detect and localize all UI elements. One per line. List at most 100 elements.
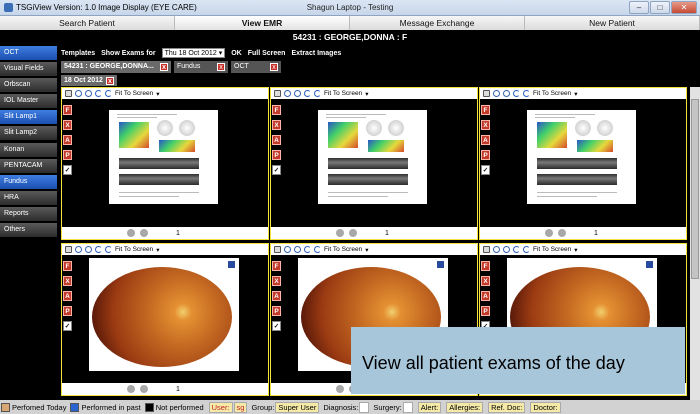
flag-a-button[interactable]: A [63, 135, 72, 145]
tab-fundus[interactable]: Fundus x [174, 61, 228, 73]
zoom-in-icon[interactable] [294, 90, 301, 97]
oct-report-image[interactable] [527, 110, 636, 204]
prev-page-icon[interactable] [545, 229, 553, 237]
flag-f-button[interactable]: F [272, 105, 281, 115]
print-icon[interactable] [483, 90, 490, 97]
flag-p-button[interactable]: P [272, 306, 281, 316]
next-page-icon[interactable] [140, 385, 148, 393]
flag-a-button[interactable]: A [272, 291, 281, 301]
fit-to-screen-select[interactable]: Fit To Screen [324, 246, 362, 253]
print-icon[interactable] [65, 90, 72, 97]
exam-panel[interactable]: Fit To Screen ▾ F X A P ✓ 1 [270, 87, 478, 240]
flag-a-button[interactable]: A [63, 291, 72, 301]
rotate-left-icon[interactable] [304, 246, 311, 253]
ok-button[interactable]: OK [231, 50, 242, 57]
rotate-left-icon[interactable] [513, 90, 520, 97]
exam-panel[interactable]: Fit To Screen ▾ F X A P ✓ 1 [61, 243, 269, 396]
fit-to-screen-select[interactable]: Fit To Screen [533, 246, 571, 253]
flag-p-button[interactable]: P [63, 150, 72, 160]
flag-x-button[interactable]: X [63, 276, 72, 286]
fit-to-screen-select[interactable]: Fit To Screen [324, 90, 362, 97]
select-checkbox[interactable]: ✓ [481, 165, 490, 175]
scrollbar-thumb[interactable] [691, 99, 699, 279]
chevron-down-icon[interactable]: ▾ [156, 246, 159, 254]
flag-x-button[interactable]: X [272, 276, 281, 286]
zoom-out-icon[interactable] [493, 90, 500, 97]
sidebar-item-orbscan[interactable]: Orbscan [0, 78, 57, 93]
chevron-down-icon[interactable]: ▾ [156, 90, 159, 98]
select-checkbox[interactable]: ✓ [272, 321, 281, 331]
close-icon[interactable]: x [217, 63, 225, 71]
sidebar-item-others[interactable]: Others [0, 223, 57, 238]
fundus-image[interactable] [89, 258, 239, 371]
zoom-in-icon[interactable] [85, 90, 92, 97]
templates-button[interactable]: Templates [61, 50, 95, 57]
prev-page-icon[interactable] [127, 385, 135, 393]
next-page-icon[interactable] [558, 229, 566, 237]
rotate-left-icon[interactable] [95, 246, 102, 253]
chevron-down-icon[interactable]: ▾ [365, 90, 368, 98]
maximize-button[interactable]: □ [650, 1, 670, 14]
flag-p-button[interactable]: P [63, 306, 72, 316]
zoom-out-icon[interactable] [75, 90, 82, 97]
exam-panel[interactable]: Fit To Screen ▾ F X A P ✓ 1 [61, 87, 269, 240]
sidebar-item-fundus[interactable]: Fundus [0, 174, 57, 189]
sidebar-item-iol-master[interactable]: IOL Master [0, 94, 57, 109]
flag-p-button[interactable]: P [272, 150, 281, 160]
print-icon[interactable] [274, 90, 281, 97]
sidebar-item-slit-lamp2[interactable]: Slit Lamp2 [0, 126, 57, 141]
select-checkbox[interactable]: ✓ [63, 165, 72, 175]
fit-to-screen-select[interactable]: Fit To Screen [533, 90, 571, 97]
rotate-right-icon[interactable] [314, 246, 321, 253]
chevron-down-icon[interactable]: ▾ [365, 246, 368, 254]
close-button[interactable]: ✕ [671, 1, 697, 14]
next-page-icon[interactable] [349, 229, 357, 237]
sidebar-item-reports[interactable]: Reports [0, 206, 57, 221]
rotate-right-icon[interactable] [523, 246, 530, 253]
fit-to-screen-select[interactable]: Fit To Screen [115, 246, 153, 253]
sidebar-item-oct[interactable]: OCT [0, 46, 57, 60]
rotate-right-icon[interactable] [105, 246, 112, 253]
print-icon[interactable] [274, 246, 281, 253]
chevron-down-icon[interactable]: ▾ [574, 246, 577, 254]
flag-f-button[interactable]: F [272, 261, 281, 271]
oct-report-image[interactable] [318, 110, 427, 204]
oct-report-image[interactable] [109, 110, 218, 204]
flag-f-button[interactable]: F [481, 261, 490, 271]
prev-page-icon[interactable] [336, 229, 344, 237]
sidebar-item-konan[interactable]: Konan [0, 142, 57, 157]
exam-date-picker[interactable]: Thu 18 Oct 2012 ▾ [161, 48, 226, 58]
rotate-left-icon[interactable] [95, 90, 102, 97]
zoom-out-icon[interactable] [75, 246, 82, 253]
close-icon[interactable]: x [105, 76, 114, 85]
rotate-left-icon[interactable] [513, 246, 520, 253]
flag-a-button[interactable]: A [481, 291, 490, 301]
zoom-out-icon[interactable] [493, 246, 500, 253]
rotate-right-icon[interactable] [105, 90, 112, 97]
sidebar-item-slit-lamp1[interactable]: Slit Lamp1 [0, 110, 57, 125]
flag-p-button[interactable]: P [481, 306, 490, 316]
flag-x-button[interactable]: X [63, 120, 72, 130]
select-checkbox[interactable]: ✓ [63, 321, 72, 331]
nav-new-patient[interactable]: New Patient [525, 16, 700, 30]
rotate-right-icon[interactable] [314, 90, 321, 97]
nav-message-exchange[interactable]: Message Exchange [350, 16, 525, 30]
zoom-in-icon[interactable] [503, 246, 510, 253]
flag-p-button[interactable]: P [481, 150, 490, 160]
full-screen-button[interactable]: Full Screen [248, 50, 286, 57]
print-icon[interactable] [65, 246, 72, 253]
zoom-out-icon[interactable] [284, 246, 291, 253]
flag-x-button[interactable]: X [481, 276, 490, 286]
chevron-down-icon[interactable]: ▾ [574, 90, 577, 98]
zoom-in-icon[interactable] [294, 246, 301, 253]
tab-oct[interactable]: OCT x [231, 61, 281, 73]
print-icon[interactable] [483, 246, 490, 253]
date-tab[interactable]: 18 Oct 2012 x [61, 75, 117, 86]
flag-f-button[interactable]: F [481, 105, 490, 115]
flag-a-button[interactable]: A [481, 135, 490, 145]
sidebar-item-visual-fields[interactable]: Visual Fields [0, 62, 57, 77]
vertical-scrollbar[interactable] [690, 87, 700, 400]
sidebar-item-pentacam[interactable]: PENTACAM [0, 158, 57, 173]
zoom-in-icon[interactable] [85, 246, 92, 253]
tab-patient[interactable]: 54231 : GEORGE,DONNA... x [61, 61, 171, 73]
